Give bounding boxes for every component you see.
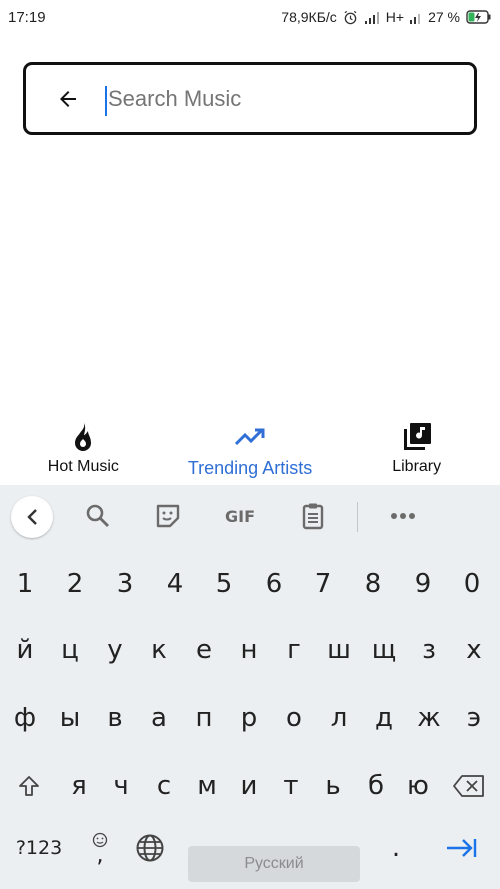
key-1[interactable]: 1 — [5, 559, 45, 609]
comma-label: , — [96, 843, 104, 868]
library-music-icon — [402, 420, 432, 454]
backspace-icon[interactable] — [446, 761, 492, 811]
key-9[interactable]: 9 — [403, 559, 443, 609]
key-letter[interactable]: х — [454, 625, 494, 675]
search-bar[interactable] — [23, 62, 477, 135]
key-letter[interactable]: н — [229, 625, 269, 675]
signal-icon — [364, 11, 380, 24]
key-letter[interactable]: с — [144, 761, 184, 811]
key-letter[interactable]: о — [274, 693, 314, 743]
key-letter[interactable]: р — [229, 693, 269, 743]
key-letter[interactable]: и — [229, 761, 269, 811]
nav-label: Library — [392, 458, 442, 475]
key-0[interactable]: 0 — [452, 559, 492, 609]
text-caret — [105, 86, 107, 116]
key-letter[interactable]: я — [59, 761, 99, 811]
nav-trending-artists[interactable]: Trending Artists — [167, 412, 334, 484]
number-row: 1 2 3 4 5 6 7 8 9 0 — [0, 559, 500, 625]
signal-icon-2 — [410, 11, 422, 24]
key-letter[interactable]: к — [139, 625, 179, 675]
keyboard-toolbar: GIF — [0, 485, 500, 547]
key-letter[interactable]: л — [319, 693, 359, 743]
key-letter[interactable]: ь — [313, 761, 353, 811]
toolbar-divider — [357, 502, 358, 532]
nav-label: Trending Artists — [187, 458, 313, 478]
nav-label: Hot Music — [47, 458, 119, 475]
key-7[interactable]: 7 — [303, 559, 343, 609]
battery-charging-icon — [466, 10, 492, 24]
letter-row-3: я ч с м и т ь б ю — [0, 761, 500, 827]
key-letter[interactable]: г — [274, 625, 314, 675]
status-bar: 17:19 78,9КБ/с H+ 27 % — [0, 0, 500, 34]
battery-percent: 27 % — [428, 9, 460, 25]
shift-icon[interactable] — [8, 761, 50, 811]
bottom-navigation: Hot Music Trending Artists Library — [0, 412, 500, 484]
period-key[interactable]: . — [376, 823, 416, 873]
search-icon[interactable] — [81, 501, 115, 531]
on-screen-keyboard: GIF 1 2 3 4 5 6 7 8 9 0 й ц у к е н г ш … — [0, 485, 500, 889]
key-letter[interactable]: ж — [409, 693, 449, 743]
enter-icon[interactable] — [438, 823, 484, 873]
flame-icon — [70, 420, 96, 454]
key-letter[interactable]: п — [184, 693, 224, 743]
letter-row-2: ф ы в а п р о л д ж э — [0, 693, 500, 759]
key-letter[interactable]: ч — [101, 761, 141, 811]
back-arrow-icon[interactable] — [48, 79, 88, 119]
key-letter[interactable]: ц — [50, 625, 90, 675]
symbols-key[interactable]: ?123 — [8, 823, 70, 873]
net-speed: 78,9КБ/с — [281, 9, 337, 25]
key-letter[interactable]: ш — [319, 625, 359, 675]
key-letter[interactable]: й — [5, 625, 45, 675]
status-time: 17:19 — [8, 8, 46, 26]
search-input[interactable] — [108, 85, 438, 112]
key-letter[interactable]: б — [356, 761, 396, 811]
key-8[interactable]: 8 — [353, 559, 393, 609]
key-letter[interactable]: т — [271, 761, 311, 811]
gif-label: GIF — [224, 506, 255, 526]
key-letter[interactable]: у — [95, 625, 135, 675]
alarm-icon — [343, 10, 358, 25]
sticker-icon[interactable] — [151, 501, 185, 531]
key-letter[interactable]: м — [186, 761, 228, 811]
network-type: H+ — [385, 9, 405, 25]
key-letter[interactable]: а — [139, 693, 179, 743]
nav-library[interactable]: Library — [333, 412, 500, 484]
trending-up-icon — [234, 420, 266, 454]
key-4[interactable]: 4 — [155, 559, 195, 609]
key-5[interactable]: 5 — [204, 559, 244, 609]
key-letter[interactable]: ы — [50, 693, 90, 743]
nav-hot-music[interactable]: Hot Music — [0, 412, 167, 484]
key-letter[interactable]: ф — [5, 693, 45, 743]
clipboard-icon[interactable] — [296, 501, 330, 531]
globe-icon[interactable] — [130, 823, 170, 873]
key-letter[interactable]: д — [364, 693, 404, 743]
key-letter[interactable]: е — [184, 625, 224, 675]
gif-button[interactable]: GIF — [220, 501, 260, 531]
more-icon[interactable] — [386, 501, 420, 531]
key-letter[interactable]: щ — [364, 625, 404, 675]
collapse-icon[interactable] — [11, 496, 53, 538]
key-letter[interactable]: в — [95, 693, 135, 743]
space-bar[interactable]: Русский — [188, 846, 360, 882]
key-2[interactable]: 2 — [55, 559, 95, 609]
emoji-comma-key[interactable]: , — [82, 823, 118, 873]
key-3[interactable]: 3 — [105, 559, 145, 609]
status-icons: 78,9КБ/с H+ 27 % — [281, 9, 492, 25]
key-letter[interactable]: ю — [398, 761, 438, 811]
key-6[interactable]: 6 — [254, 559, 294, 609]
key-letter[interactable]: э — [454, 693, 494, 743]
key-letter[interactable]: з — [409, 625, 449, 675]
letter-row-1: й ц у к е н г ш щ з х — [0, 625, 500, 691]
